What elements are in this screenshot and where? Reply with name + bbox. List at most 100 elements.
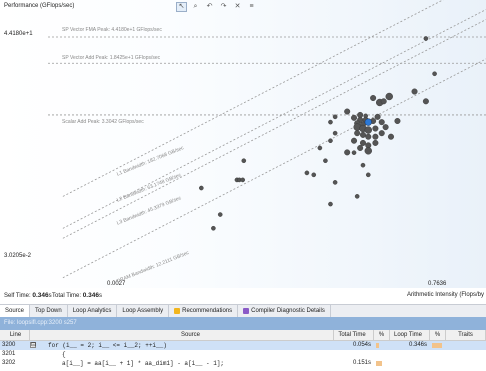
loop-point[interactable] [370,95,377,102]
tab-loop-analytics[interactable]: Loop Analytics [68,305,118,317]
loop-point[interactable] [211,225,216,231]
loop-point[interactable] [344,108,351,115]
collapse-icon[interactable]: ⊟ [30,342,36,348]
loop-point[interactable] [374,113,381,120]
header-line[interactable]: Line [0,330,30,340]
x-axis-title: Arithmetic Intensity (Flops/by [406,292,484,298]
header-total-time[interactable]: Total Time [334,330,374,340]
loop-point[interactable] [364,126,372,134]
header-loop-pct[interactable]: % [430,330,446,340]
loop-point[interactable] [372,133,379,140]
loop-point[interactable] [241,158,247,164]
roof-label-scalar: Scalar Add Peak: 3.3042 GFlops/sec [62,119,144,125]
loop-point[interactable] [387,133,394,140]
table-row[interactable]: 3200 ⊟ for (i__ = 2; i__ <= i__2; ++i__)… [0,341,486,350]
loop-point[interactable] [385,92,393,101]
loop-point[interactable] [411,88,418,95]
loop-point[interactable] [394,117,401,124]
x-tick-right: 0.7636 [428,281,447,287]
tab-source[interactable]: Source [0,305,31,317]
diagnostic-icon [243,308,250,314]
loop-point[interactable] [351,114,358,121]
total-time-cell: 0.054s [334,341,374,350]
file-path-bar: File: loopsifl.cpp:3200 s257 [0,317,486,330]
loop-point[interactable] [323,158,328,164]
header-loop-time[interactable]: Loop Time [390,330,430,340]
loop-point[interactable] [332,114,338,120]
loop-time-cell [390,350,430,359]
loop-point[interactable] [217,212,223,217]
loop-point[interactable] [365,133,372,140]
selected-loop-point[interactable] [364,118,372,126]
y-tick-top: 4.4180e+1 [4,31,33,37]
loop-point[interactable] [360,162,366,168]
header-total-pct[interactable]: % [374,330,390,340]
loop-point[interactable] [365,172,371,178]
loop-point[interactable] [328,138,333,144]
loop-point[interactable] [359,131,366,138]
loop-pct-cell [430,341,446,350]
loop-time-cell [390,359,430,368]
loop-point[interactable] [378,119,385,126]
chart-plot-area[interactable] [0,0,486,288]
loop-point[interactable] [332,130,338,136]
loop-point[interactable] [311,172,317,178]
line-number: 3202 [2,360,16,366]
self-time: Self Time: 0.346s [4,292,52,299]
header-traits[interactable]: Traits [446,330,486,340]
line-number: 3201 [2,351,16,357]
total-time-cell: 0.151s [334,359,374,368]
loop-point[interactable] [423,36,429,41]
loop-point[interactable] [199,185,204,191]
loop-time-bar [432,343,442,348]
loop-point[interactable] [432,71,437,77]
tab-loop-assembly[interactable]: Loop Assembly [117,305,170,317]
loop-point[interactable] [332,180,338,185]
loop-time-cell: 0.346s [390,341,430,350]
row-expander [30,350,48,359]
table-row[interactable]: 3202 a[i__] = aa[i__ + 1] * aa_dim1] - a… [0,359,486,368]
roof-label-fma: SP Vector FMA Peak: 4.4180e+1 GFlops/sec [62,27,162,33]
loop-point[interactable] [378,130,385,137]
loop-point[interactable] [422,98,429,105]
source-table[interactable]: Line Source Total Time % Loop Time % Tra… [0,330,486,368]
loop-point[interactable] [354,194,360,199]
table-row[interactable]: 3201 { [0,350,486,359]
total-time-value: 0.054s [352,342,371,348]
self-time-value: 0.346 [32,292,49,299]
source-code: for (i__ = 2; i__ <= i__2; ++i__) [48,342,167,349]
loop-point[interactable] [372,139,379,146]
tab-top-down[interactable]: Top Down [30,305,68,317]
source-code: a[i__] = aa[i__ + 1] * aa_dim1] - a[i__ … [62,360,225,367]
loop-point[interactable] [382,124,389,131]
loop-point[interactable] [304,170,310,176]
tab-loop-assembly-label: Loop Assembly [122,308,164,314]
total-time-cell [334,350,374,359]
loop-point[interactable] [380,98,387,105]
loop-point[interactable] [359,139,366,146]
loop-point[interactable] [351,137,358,144]
row-expander[interactable]: ⊟ [30,341,48,350]
loop-point[interactable] [364,147,372,155]
tab-top-down-label: Top Down [35,308,62,314]
roofline-chart[interactable]: Performance (GFlops/sec) ↖ ⌕ ↶ ↷ ✕ ≡ 4.4… [0,0,486,288]
loop-point[interactable] [317,145,323,151]
tab-recommendations[interactable]: Recommendations [169,305,239,317]
loop-point[interactable] [328,201,333,207]
loop-point[interactable] [351,150,357,155]
loop-point[interactable] [344,149,351,156]
loop-point[interactable] [372,125,379,132]
loop-point[interactable] [354,130,361,137]
loop-point[interactable] [328,119,333,125]
tab-compiler-diagnostic-details[interactable]: Compiler Diagnostic Details [238,305,331,317]
roof-label-add: SP Vector Add Peak: 1.8425e+1 GFlops/sec [62,55,161,61]
header-source[interactable]: Source [48,330,334,340]
loop-point[interactable] [240,177,246,183]
total-time-label: Total Time: [52,293,82,299]
total-time-bar [376,361,382,366]
self-time-label: Self Time: [4,293,31,299]
bandwidth-roof-line [62,58,486,279]
total-time-bar [376,343,379,348]
time-summary: Self Time: 0.346s Total Time: 0.346s Ari… [0,289,486,304]
loop-point[interactable] [357,144,364,151]
